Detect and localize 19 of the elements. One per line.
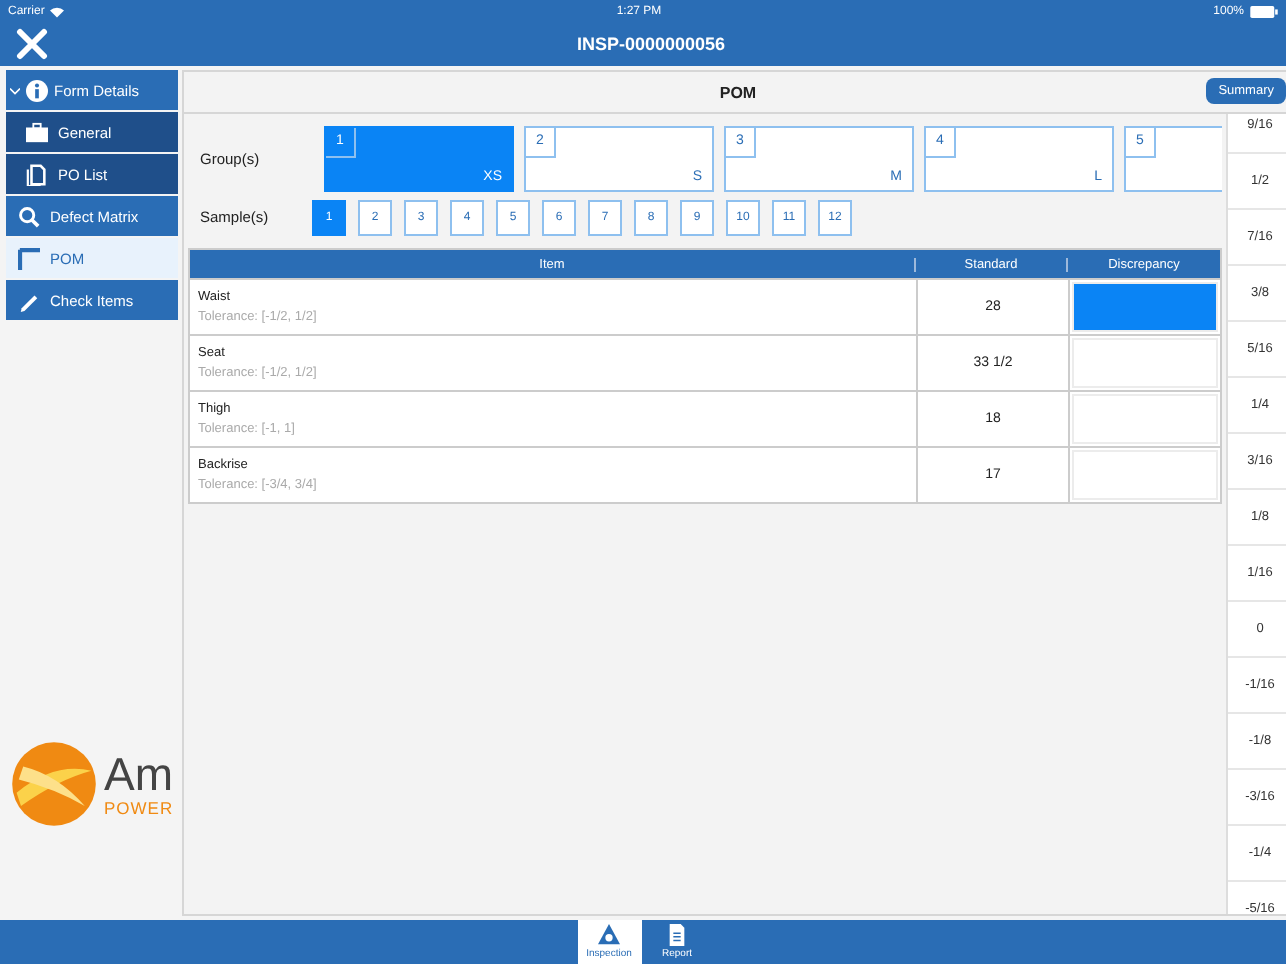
documents-icon [26, 163, 48, 185]
chevron-icon [10, 85, 20, 95]
ruler-icon [18, 247, 40, 269]
discrepancy-field[interactable] [1072, 450, 1218, 500]
panel-title: POM [719, 83, 757, 101]
inspection-icon [598, 924, 620, 946]
logo-tagline: POWER [104, 797, 174, 817]
discrepancy-field[interactable] [1072, 394, 1218, 444]
discrepancy-field[interactable] [1072, 282, 1218, 332]
briefcase-icon [26, 121, 48, 143]
discrepancy-field[interactable] [1072, 338, 1218, 388]
wifi-icon [50, 5, 65, 17]
orb-logo-icon [10, 740, 98, 828]
inspection-title: INSP-0000000056 [576, 34, 726, 54]
close-icon[interactable] [16, 28, 48, 60]
search-icon [18, 205, 40, 227]
logo-name: Am [104, 751, 174, 797]
battery-icon [1250, 5, 1278, 17]
info-icon [26, 79, 48, 101]
